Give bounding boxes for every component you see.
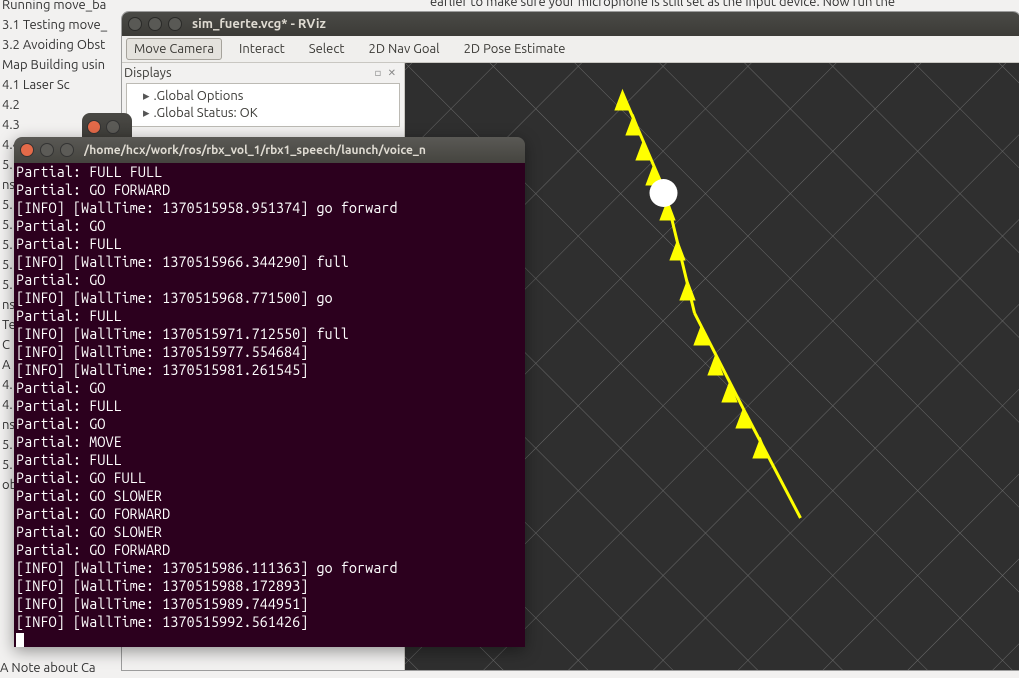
nav-item: Map Building usin	[0, 55, 135, 75]
nav-item: 3.1 Testing move_	[0, 15, 135, 35]
nav-item: 4.1 Laser Sc	[0, 75, 135, 95]
nav-item: 3.2 Avoiding Obst	[0, 35, 135, 55]
minimize-icon[interactable]	[106, 120, 120, 134]
chevron-right-icon: ▸	[143, 106, 150, 120]
maximize-icon[interactable]	[60, 143, 74, 157]
nav-item: 4.2	[0, 95, 135, 115]
background-text: earlier to make sure your microphone is …	[430, 0, 1019, 9]
tool-2d-nav-goal[interactable]: 2D Nav Goal	[362, 39, 447, 59]
rviz-titlebar[interactable]: sim_fuerte.vcg* - RViz	[122, 12, 1019, 36]
tree-global-status[interactable]: ▸ .Global Status: OK	[127, 105, 399, 122]
tool-interact[interactable]: Interact	[232, 39, 292, 59]
close-icon[interactable]	[128, 17, 142, 31]
tool-2d-pose-estimate[interactable]: 2D Pose Estimate	[457, 39, 573, 59]
tree-item-label: .Global Options	[154, 89, 244, 103]
tree-item-label: .Global Status: OK	[154, 106, 258, 120]
panel-icons[interactable]: ▫ ✕	[375, 67, 398, 79]
rviz-title: sim_fuerte.vcg* - RViz	[192, 17, 326, 31]
displays-label: Displays	[124, 66, 172, 80]
terminal-title: /home/hcx/work/ros/rbx_vol_1/rbx1_speech…	[84, 144, 426, 157]
tool-move-camera[interactable]: Move Camera	[126, 38, 222, 60]
tree-global-options[interactable]: ▸ .Global Options	[127, 88, 399, 105]
displays-tree[interactable]: ▸ .Global Options ▸ .Global Status: OK	[126, 83, 400, 127]
terminal-output[interactable]: Partial: FULL FULL Partial: GO FORWARD […	[14, 163, 525, 647]
nav-item: Running move_ba	[0, 0, 135, 15]
terminal-window: /home/hcx/work/ros/rbx_vol_1/rbx1_speech…	[14, 137, 525, 647]
maximize-icon[interactable]	[168, 17, 182, 31]
close-icon[interactable]	[87, 120, 101, 134]
background-terminal-titlebar	[82, 113, 132, 140]
close-icon[interactable]	[20, 143, 34, 157]
minimize-icon[interactable]	[148, 17, 162, 31]
rviz-toolbar: Move Camera Interact Select 2D Nav Goal …	[122, 36, 1019, 63]
chevron-right-icon: ▸	[143, 89, 150, 103]
nav-item: A Note about Ca	[0, 658, 135, 678]
terminal-titlebar[interactable]: /home/hcx/work/ros/rbx_vol_1/rbx1_speech…	[14, 137, 525, 163]
minimize-icon[interactable]	[40, 143, 54, 157]
robot-base	[650, 179, 678, 207]
tool-select[interactable]: Select	[302, 39, 352, 59]
cursor-icon	[16, 633, 24, 647]
background-nav-bottom: A Note about Ca	[0, 658, 135, 678]
